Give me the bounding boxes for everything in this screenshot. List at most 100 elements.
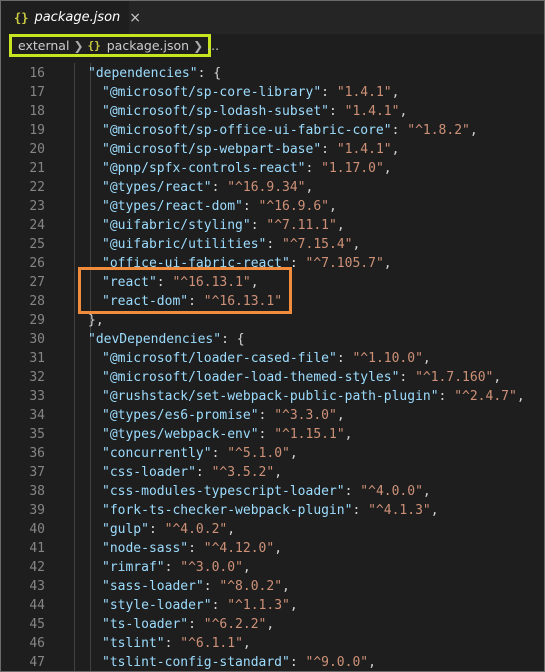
code-text: "@types/es6-promise": "^3.3.0",	[102, 406, 345, 425]
json-key: "gulp"	[102, 522, 149, 537]
code-line: 23 "@types/react-dom": "^16.9.6",	[1, 197, 544, 216]
code-text: "@microsoft/sp-office-ui-fabric-core": "…	[102, 121, 478, 140]
json-value: "^4.0.2"	[164, 522, 228, 537]
code-text: "css-modules-typescript-loader": "^4.0.0…	[102, 482, 431, 501]
code-line: 46 "tslint": "^6.1.1",	[1, 634, 544, 653]
json-punctuation: ,	[493, 370, 502, 385]
json-punctuation: ,	[289, 598, 298, 613]
react-version-highlight	[78, 267, 292, 314]
json-punctuation: :	[258, 408, 275, 423]
code-text: "sass-loader": "^8.0.2",	[102, 577, 290, 596]
line-number: 33	[29, 389, 45, 404]
code-text: "@pnp/spfx-controls-react": "1.17.0",	[102, 159, 392, 178]
code-line: 44 "style-loader": "^1.1.3",	[1, 596, 544, 615]
json-key: "@microsoft/sp-office-ui-fabric-core"	[102, 123, 392, 138]
code-line: 30 "devDependencies": {	[1, 330, 544, 349]
code-line: 35 "@types/webpack-env": "^1.15.1",	[1, 425, 544, 444]
line-number: 37	[29, 465, 45, 480]
json-file-icon: {}	[14, 10, 29, 25]
json-key: "@types/react"	[102, 180, 212, 195]
json-punctuation: ,	[399, 104, 408, 119]
line-number: 25	[29, 237, 45, 252]
json-key: "@uifabric/utilities"	[102, 237, 267, 252]
json-key: "@pnp/spfx-controls-react"	[102, 161, 306, 176]
json-punctuation: :	[328, 104, 345, 119]
json-punctuation: :	[344, 484, 361, 499]
line-number: 45	[29, 617, 45, 632]
code-text: "@microsoft/loader-cased-file": "^1.10.0…	[102, 349, 431, 368]
code-text: "@uifabric/utilities": "^7.15.4",	[102, 235, 360, 254]
json-value: "^6.1.1"	[180, 636, 243, 651]
json-punctuation: ,	[422, 351, 431, 366]
code-line: 31 "@microsoft/loader-cased-file": "^1.10…	[1, 349, 544, 368]
line-number: 44	[29, 598, 45, 613]
code-line: 25 "@uifabric/utilities": "^7.15.4",	[1, 235, 544, 254]
json-punctuation: ,	[352, 237, 361, 252]
json-punctuation: :	[195, 465, 212, 480]
line-number: 41	[29, 541, 45, 556]
tab-package-json[interactable]: {} package.json ×	[1, 1, 141, 34]
breadcrumb-file[interactable]: package.json	[107, 38, 189, 53]
json-punctuation: :	[211, 446, 228, 461]
json-value: "^5.1.0"	[227, 446, 290, 461]
code-line: 41 "node-sass": "^4.12.0",	[1, 539, 544, 558]
code-line: 18 "@microsoft/sp-lodash-subset": "1.4.1"…	[1, 102, 544, 121]
code-text: "fork-ts-checker-webpack-plugin": "^4.1.…	[102, 501, 439, 520]
code-text: "tslint-config-standard": "^9.0.0",	[102, 653, 376, 671]
json-key: "@types/webpack-env"	[102, 427, 259, 442]
json-value: "1.4.1"	[336, 142, 392, 157]
json-value: "1.4.1"	[344, 104, 400, 119]
breadcrumb-more[interactable]: ...	[207, 38, 219, 53]
json-value: "^16.9.34"	[227, 180, 306, 195]
json-value: "1.17.0"	[321, 161, 384, 176]
code-text: "@rushstack/set-webpack-public-path-plug…	[102, 387, 525, 406]
json-value: "1.4.1"	[336, 85, 392, 100]
code-editor[interactable]: 16 "dependencies": {17 "@microsoft/sp-core…	[1, 63, 544, 671]
json-punctuation: :	[336, 351, 353, 366]
json-value: "^3.0.0"	[180, 560, 243, 575]
code-text: "dependencies": {	[88, 64, 221, 83]
json-value: "^4.0.0"	[360, 484, 423, 499]
json-punctuation: :	[258, 427, 275, 442]
json-punctuation: :	[321, 142, 337, 157]
close-icon[interactable]: ×	[129, 11, 141, 25]
json-file-icon: {}	[87, 39, 101, 52]
json-punctuation: :	[289, 655, 306, 670]
json-punctuation: :	[352, 503, 369, 518]
line-number: 27	[29, 275, 45, 290]
json-punctuation: :	[266, 237, 283, 252]
line-number: 47	[29, 655, 45, 670]
code-line: 40 "gulp": "^4.0.2",	[1, 520, 544, 539]
code-line: 39 "fork-ts-checker-webpack-plugin": "^4.…	[1, 501, 544, 520]
line-number: 36	[29, 446, 45, 461]
json-punctuation: :	[188, 541, 204, 556]
line-number: 16	[29, 66, 45, 81]
json-punctuation: :	[211, 180, 228, 195]
json-punctuation: :	[211, 598, 228, 613]
breadcrumb-folder[interactable]: external	[18, 38, 69, 53]
json-value: "^7.11.1"	[266, 218, 337, 233]
line-number: 18	[29, 104, 45, 119]
code-text: "gulp": "^4.0.2",	[102, 520, 235, 539]
json-punctuation: :	[321, 85, 337, 100]
line-number: 26	[29, 256, 45, 271]
json-key: "@microsoft/sp-lodash-subset"	[102, 104, 329, 119]
json-punctuation: ,	[336, 408, 345, 423]
code-text: "rimraf": "^3.0.0",	[102, 558, 251, 577]
json-key: "@types/es6-promise"	[102, 408, 259, 423]
json-punctuation: ,	[391, 142, 400, 157]
line-number: 39	[29, 503, 45, 518]
json-key: "@microsoft/loader-load-themed-styles"	[102, 370, 400, 385]
code-text: "@microsoft/sp-lodash-subset": "1.4.1",	[102, 102, 407, 121]
line-number: 17	[29, 85, 45, 100]
line-number: 35	[29, 427, 45, 442]
json-punctuation: ,	[383, 256, 392, 271]
json-key: "tslint-config-standard"	[102, 655, 290, 670]
json-key: "ts-loader"	[102, 617, 189, 632]
line-number: 21	[29, 161, 45, 176]
json-punctuation: ,	[305, 180, 314, 195]
json-punctuation: :	[289, 256, 306, 271]
code-text: "devDependencies": {	[88, 330, 245, 349]
line-number: 42	[29, 560, 45, 575]
code-line: 20 "@microsoft/sp-webpart-base": "1.4.1",	[1, 140, 544, 159]
